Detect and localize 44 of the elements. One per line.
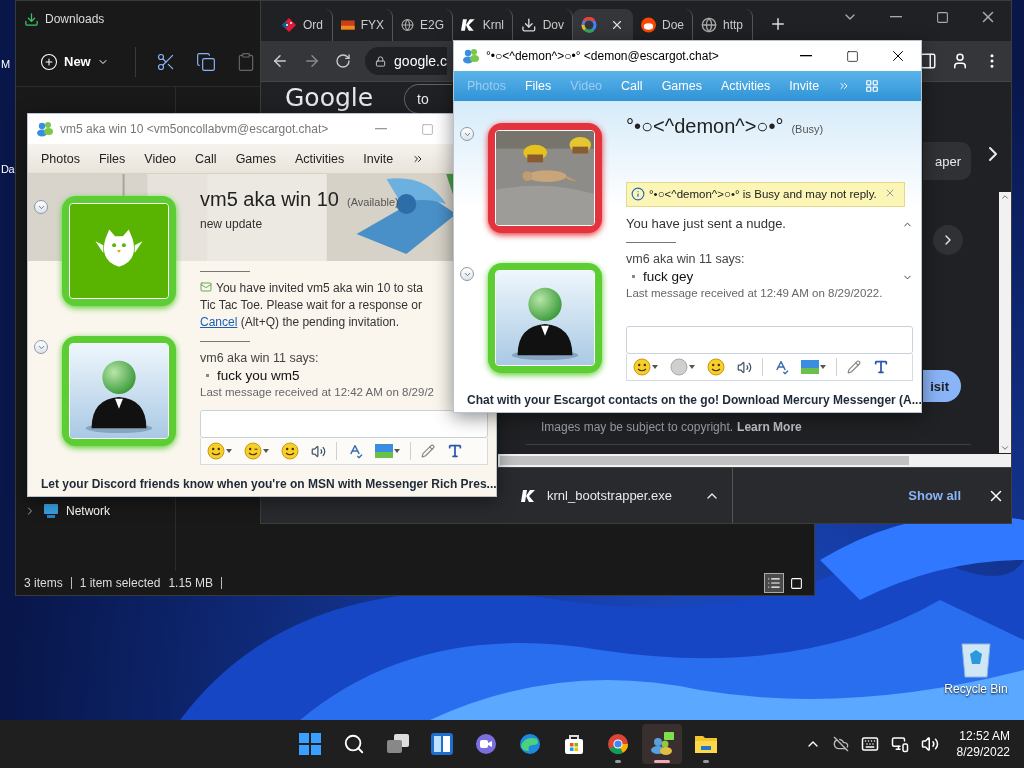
message-text: fuck you wm5 bbox=[217, 367, 300, 384]
desktop-icon-label[interactable]: M bbox=[1, 58, 10, 70]
menu-item[interactable]: Invite bbox=[363, 151, 394, 166]
suggestion-chip[interactable]: aper bbox=[923, 142, 971, 180]
menu-item[interactable]: Call bbox=[195, 151, 217, 166]
cancel-link[interactable]: Cancel bbox=[200, 315, 238, 329]
promo-text: Chat with your Escargot contacts on the go! Download Mercury Messenger (A... bbox=[466, 391, 921, 409]
message-text: fuck gey bbox=[643, 268, 694, 285]
last-message-note: Last message received at 12:49 AM on 8/29/2022. bbox=[626, 286, 884, 301]
copyright-note: Images may be subject to copyright. bbox=[541, 420, 734, 434]
window-title: Downloads bbox=[45, 12, 105, 26]
visit-button[interactable]: isit bbox=[923, 370, 961, 402]
show-all-button[interactable]: Show all bbox=[902, 487, 967, 504]
sender-label: vm6 aka win 11 says: bbox=[626, 251, 746, 268]
contact-status: (Busy) bbox=[791, 123, 824, 135]
time-text: 12:52 AM bbox=[959, 729, 1010, 743]
contact-name: °•○<^demon^>○•° bbox=[626, 115, 784, 138]
nav-item[interactable]: Network bbox=[16, 499, 175, 523]
desktop-icon-label[interactable]: Da bbox=[1, 163, 15, 175]
address-bar[interactable]: google.c bbox=[365, 47, 447, 75]
window-title: vm5 aka win 10 <vm5oncollabvm@escargot.chat> bbox=[60, 122, 329, 136]
notice-text: °•○<^demon^>○•° is Busy and may not reply. bbox=[649, 187, 878, 202]
menu-item[interactable]: Activities bbox=[294, 151, 345, 166]
contact-status: (Available) bbox=[346, 196, 399, 208]
status-text: 1 item selected bbox=[79, 576, 161, 590]
menu-item[interactable]: Games bbox=[235, 151, 276, 166]
logo-text: Google bbox=[285, 83, 374, 113]
date-text: 8/29/2022 bbox=[956, 745, 1010, 759]
status-text: 3 items bbox=[24, 576, 63, 590]
clock[interactable]: 12:52 AM 8/29/2022 bbox=[956, 729, 1010, 759]
promo-text: Let your Discord friends know when you're on MSN with Messenger Rich Pres... bbox=[40, 475, 496, 493]
window-title: °•○<^demon^>○•° <demon@escargot.chat> bbox=[486, 49, 719, 63]
menu-item[interactable]: Photos bbox=[41, 151, 80, 166]
invite-text: Tic Tac Toe. Please wait for a response or bbox=[200, 297, 423, 314]
new-button[interactable]: New bbox=[34, 48, 115, 75]
status-text: 1.15 MB bbox=[168, 576, 214, 590]
system-message: You have just sent a nudge. bbox=[626, 215, 787, 232]
download-item[interactable]: krnl_bootstrapper.exe bbox=[509, 467, 733, 523]
sender-label: vm6 aka win 11 says: bbox=[200, 350, 320, 367]
menu-item[interactable]: Video bbox=[144, 151, 177, 166]
menu-item[interactable]: Files bbox=[98, 151, 126, 166]
learn-more-link[interactable]: Learn More bbox=[737, 420, 802, 434]
personal-message: new update bbox=[200, 217, 264, 231]
contact-name: vm5 aka win 10 bbox=[200, 188, 339, 211]
